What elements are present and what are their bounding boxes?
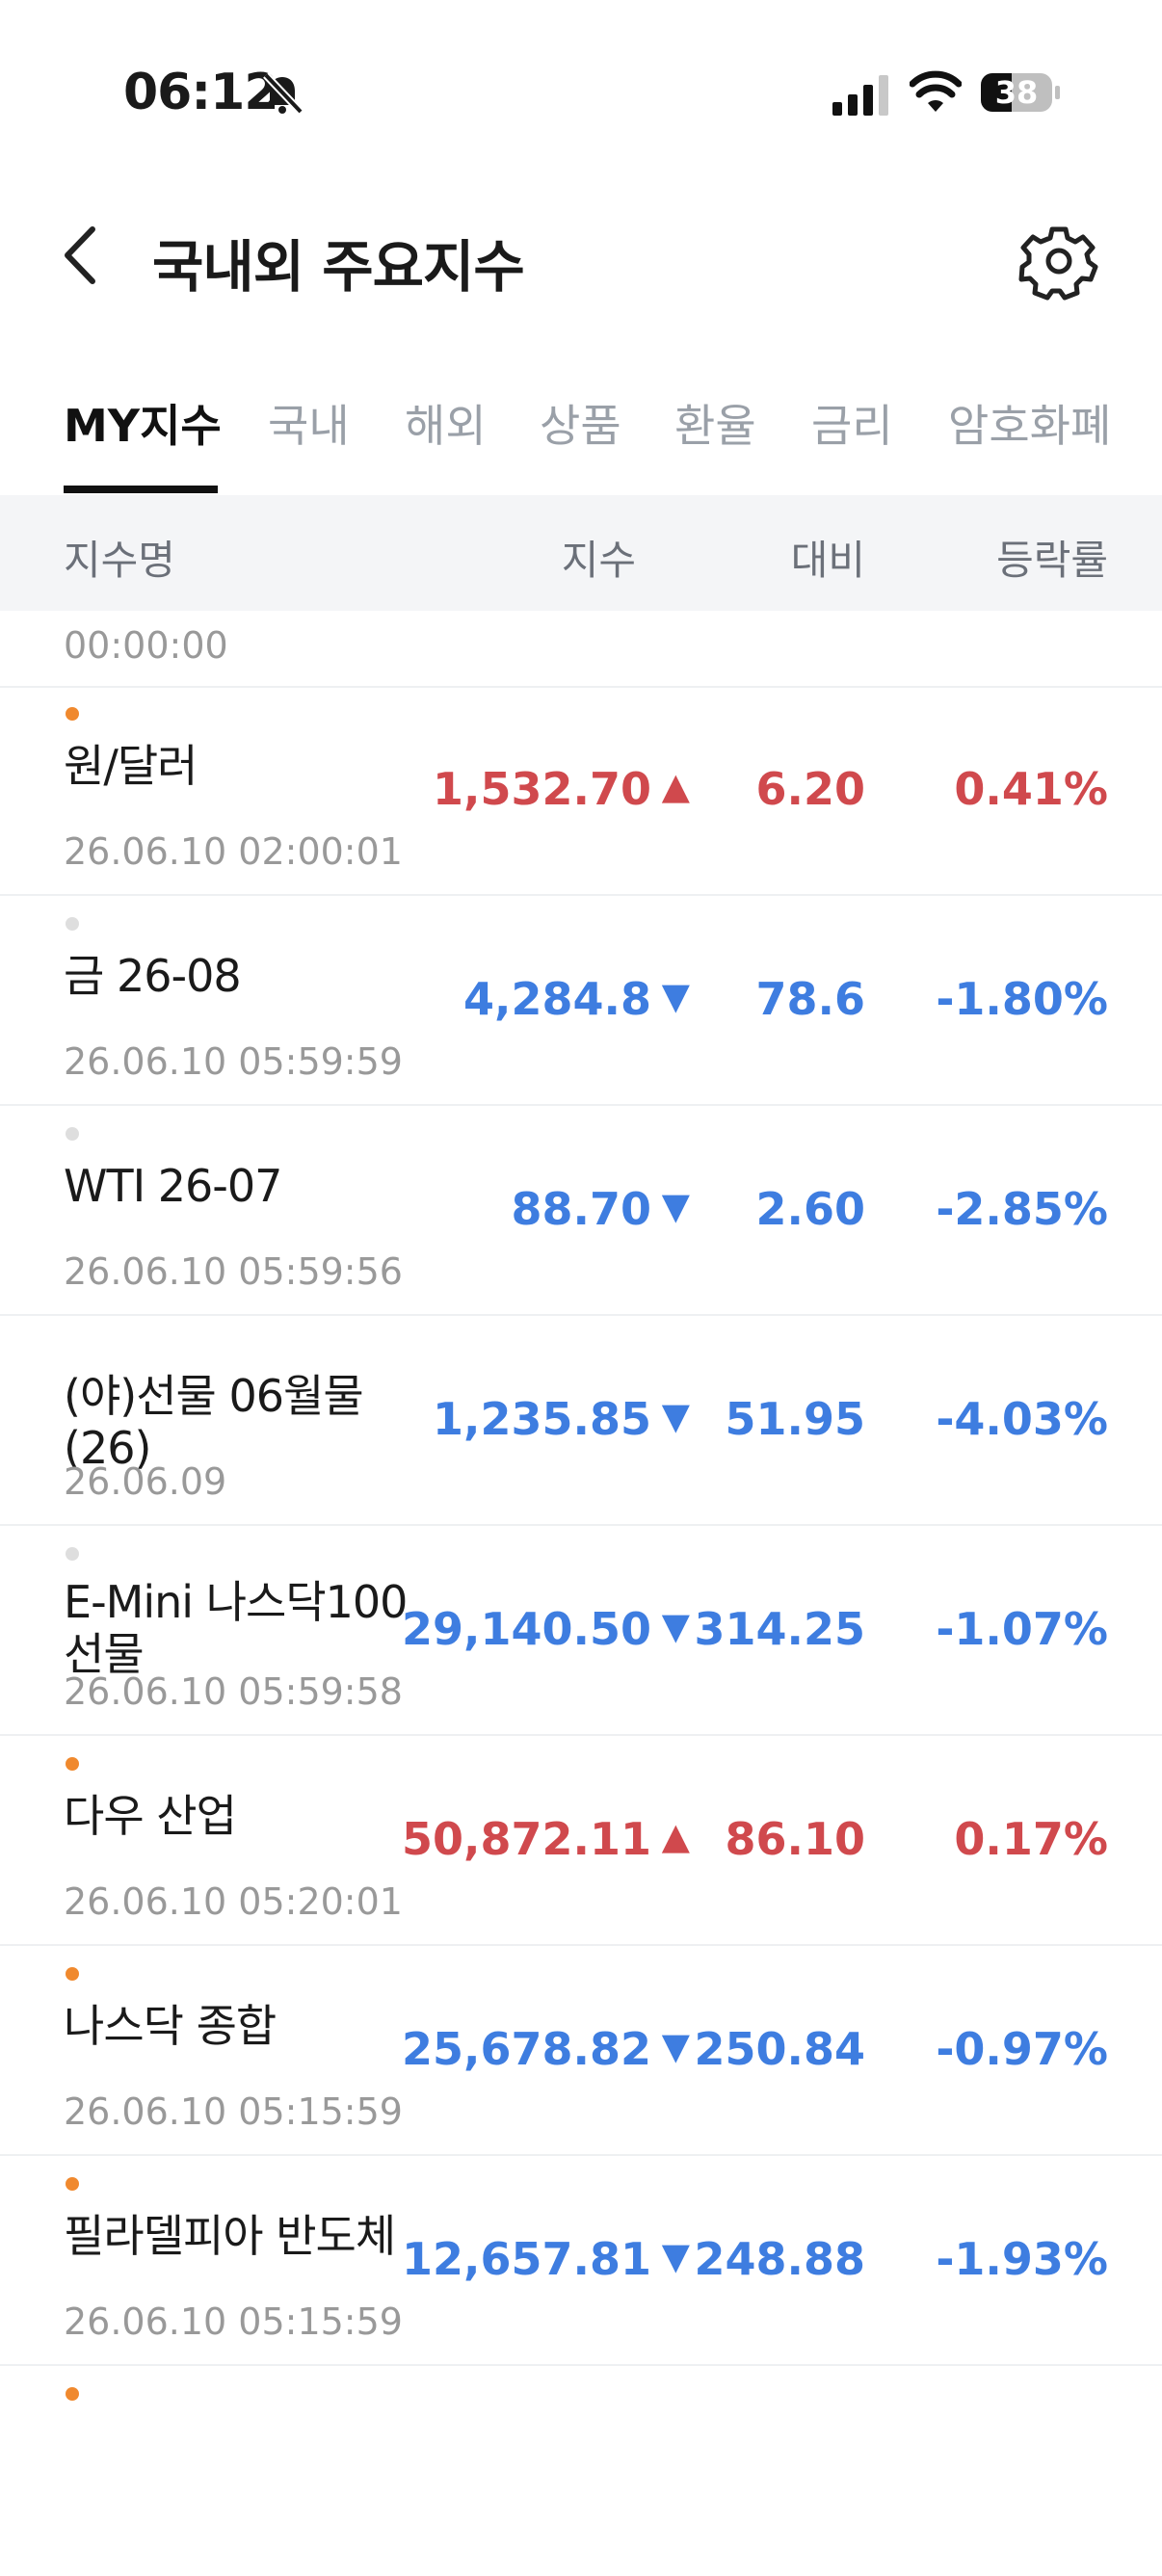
up-arrow-icon: ▲ bbox=[661, 1815, 690, 1857]
column-name[interactable]: 지수명 bbox=[64, 528, 175, 587]
column-change[interactable]: 대비 bbox=[791, 528, 865, 587]
index-value: 29,140.50 bbox=[402, 1603, 651, 1655]
wifi-icon bbox=[910, 70, 962, 112]
battery-icon: 38 bbox=[979, 69, 1062, 116]
table-row[interactable]: WTI 26-07 26.06.10 05:59:56 88.70 ▼ 2.60 -2.8… bbox=[0, 1106, 1162, 1316]
app-header: 국내외 주요지수 bbox=[0, 193, 1162, 318]
table-row[interactable]: (야)선물 06월물(26) 26.06.09 1,235.85 ▼ 51.95 -4.0… bbox=[0, 1316, 1162, 1526]
tab-domestic[interactable]: 국내 bbox=[268, 391, 350, 455]
index-change: 6.20 bbox=[755, 763, 866, 815]
column-index[interactable]: 지수 bbox=[562, 528, 636, 587]
column-header: 지수명 지수 대비 등락률 bbox=[0, 495, 1162, 611]
row-timestamp: 26.06.10 05:59:58 bbox=[64, 1670, 403, 1713]
market-status-dot bbox=[66, 2387, 79, 2401]
index-change: 250.84 bbox=[694, 2023, 865, 2075]
column-rate[interactable]: 등락률 bbox=[996, 528, 1108, 587]
row-timestamp: 26.06.10 05:59:59 bbox=[64, 1040, 403, 1083]
gear-icon[interactable] bbox=[1017, 220, 1100, 302]
market-status-dot bbox=[66, 707, 79, 721]
table-row[interactable]: 필라델피아 반도체 26.06.10 05:15:59 12,657.81 ▼ 248.… bbox=[0, 2156, 1162, 2366]
down-arrow-icon: ▼ bbox=[661, 2025, 690, 2067]
row-timestamp: 26.06.10 02:00:01 bbox=[64, 830, 403, 873]
status-bar: 06:12 38 bbox=[0, 0, 1162, 183]
tab-crypto[interactable]: 암호화폐 bbox=[948, 391, 1111, 455]
index-change: 248.88 bbox=[694, 2233, 865, 2285]
down-arrow-icon: ▼ bbox=[661, 1605, 690, 1647]
table-row[interactable]: 원/달러 26.06.10 02:00:01 1,532.70 ▲ 6.20 0.41% bbox=[0, 686, 1162, 896]
index-name: 금 26-08 bbox=[64, 950, 242, 1002]
market-status-dot bbox=[66, 917, 79, 931]
up-arrow-icon: ▲ bbox=[661, 765, 690, 807]
back-arrow-icon[interactable] bbox=[54, 222, 108, 289]
down-arrow-icon: ▼ bbox=[661, 1185, 690, 1227]
index-change: 78.6 bbox=[755, 973, 866, 1025]
index-rate: -1.93% bbox=[936, 2233, 1108, 2285]
tab-interest-rate[interactable]: 금리 bbox=[811, 391, 893, 455]
tab-commodities[interactable]: 상품 bbox=[540, 391, 621, 455]
down-arrow-icon: ▼ bbox=[661, 975, 690, 1017]
tab-my-index[interactable]: MY지수 bbox=[64, 391, 222, 455]
row-timestamp: 26.06.09 bbox=[64, 1460, 227, 1503]
index-change: 314.25 bbox=[694, 1603, 865, 1655]
index-change: 51.95 bbox=[725, 1393, 865, 1445]
index-value: 25,678.82 bbox=[402, 2023, 651, 2075]
row-timestamp: 26.06.10 05:15:59 bbox=[64, 2090, 403, 2133]
category-tabs: MY지수 국내 해외 상품 환율 금리 암호화폐 bbox=[0, 366, 1162, 497]
index-value: 12,657.81 bbox=[402, 2233, 651, 2285]
table-row[interactable]: 금 26-08 26.06.10 05:59:59 4,284.8 ▼ 78.6 -1.8… bbox=[0, 896, 1162, 1106]
page-title: 국내외 주요지수 bbox=[152, 234, 525, 300]
market-status-dot bbox=[66, 1967, 79, 1981]
index-rate: -4.03% bbox=[936, 1393, 1108, 1445]
index-rate: -0.97% bbox=[936, 2023, 1108, 2075]
table-row[interactable] bbox=[0, 2366, 1162, 2576]
index-name: E-Mini 나스닥100 선물 bbox=[64, 1576, 408, 1680]
index-value: 88.70 bbox=[511, 1183, 651, 1235]
index-rate: 0.41% bbox=[954, 763, 1108, 815]
index-list: 원/달러 26.06.10 02:00:01 1,532.70 ▲ 6.20 0.41% 금… bbox=[0, 686, 1162, 2576]
index-name: 나스닥 종합 bbox=[64, 2000, 277, 2052]
row-timestamp: 26.06.10 05:15:59 bbox=[64, 2300, 403, 2343]
tab-overseas[interactable]: 해외 bbox=[405, 391, 487, 455]
down-arrow-icon: ▼ bbox=[661, 1395, 690, 1437]
index-value: 4,284.8 bbox=[463, 973, 651, 1025]
row-timestamp: 00:00:00 bbox=[64, 624, 228, 667]
index-name: (야)선물 06월물(26) bbox=[64, 1370, 364, 1474]
table-row[interactable]: 다우 산업 26.06.10 05:20:01 50,872.11 ▲ 86.10 0.1… bbox=[0, 1736, 1162, 1946]
down-arrow-icon: ▼ bbox=[661, 2235, 690, 2277]
row-timestamp: 26.06.10 05:20:01 bbox=[64, 1880, 403, 1923]
table-row[interactable]: 나스닥 종합 26.06.10 05:15:59 25,678.82 ▼ 250.84 -… bbox=[0, 1946, 1162, 2156]
table-row[interactable]: E-Mini 나스닥100 선물 26.06.10 05:59:58 29,140.… bbox=[0, 1526, 1162, 1736]
index-name: 원/달러 bbox=[64, 740, 198, 792]
index-name: 필라델피아 반도체 bbox=[64, 2210, 396, 2262]
cellular-signal-icon bbox=[832, 75, 888, 116]
index-rate: -1.07% bbox=[936, 1603, 1108, 1655]
index-name: WTI 26-07 bbox=[64, 1160, 282, 1212]
row-timestamp: 26.06.10 05:59:56 bbox=[64, 1250, 403, 1293]
index-value: 50,872.11 bbox=[402, 1813, 651, 1865]
market-status-dot bbox=[66, 2177, 79, 2191]
index-rate: 0.17% bbox=[954, 1813, 1108, 1865]
partial-row: 00:00:00 bbox=[0, 611, 1162, 688]
index-rate: -2.85% bbox=[936, 1183, 1108, 1235]
index-change: 2.60 bbox=[755, 1183, 866, 1235]
index-rate: -1.80% bbox=[936, 973, 1108, 1025]
active-tab-indicator bbox=[64, 486, 218, 493]
market-status-dot bbox=[66, 1127, 79, 1141]
index-name: 다우 산업 bbox=[64, 1790, 237, 1842]
index-change: 86.10 bbox=[725, 1813, 865, 1865]
market-status-dot bbox=[66, 1757, 79, 1771]
muted-bell-icon bbox=[263, 72, 304, 115]
battery-level: 38 bbox=[994, 74, 1039, 111]
market-status-dot bbox=[66, 1547, 79, 1561]
status-time: 06:12 bbox=[123, 64, 279, 121]
index-value: 1,532.70 bbox=[433, 763, 651, 815]
tab-exchange-rate[interactable]: 환율 bbox=[674, 391, 756, 455]
index-value: 1,235.85 bbox=[433, 1393, 651, 1445]
